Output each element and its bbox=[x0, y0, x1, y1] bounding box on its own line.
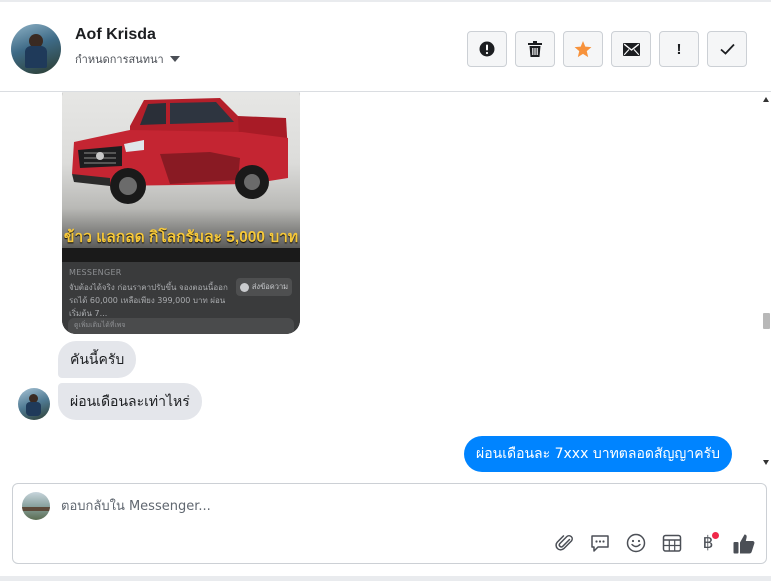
assign-label: กำหนดการสนทนา bbox=[75, 53, 164, 66]
send-like-button[interactable] bbox=[732, 531, 756, 555]
messenger-inbox: Aof Krisda กำหนดการสนทนา ! ข้าว แลกลด กิ… bbox=[0, 0, 771, 581]
promo-info-bar bbox=[62, 248, 300, 262]
chevron-down-icon bbox=[169, 56, 180, 62]
mark-unread-button[interactable] bbox=[611, 31, 651, 67]
saved-replies-button[interactable] bbox=[588, 531, 612, 555]
reply-input[interactable] bbox=[61, 496, 701, 516]
attach-file-button[interactable] bbox=[553, 531, 577, 555]
scroll-thumb[interactable] bbox=[763, 313, 770, 329]
post-footer: ดูเพิ่มเติมได้ที่เพจ bbox=[68, 318, 294, 334]
outgoing-message[interactable]: ผ่อนเดือนละ 7xxx บาทตลอดสัญญาครับ bbox=[464, 436, 732, 472]
trash-icon bbox=[528, 41, 542, 57]
star-icon bbox=[574, 40, 592, 57]
notification-dot bbox=[712, 532, 719, 539]
assign-conversation-dropdown[interactable]: กำหนดการสนทนา bbox=[75, 50, 180, 68]
window-bottom-edge bbox=[0, 576, 771, 581]
promo-headline: ข้าว แลกลด กิโลกรัมละ 5,000 บาท bbox=[63, 229, 299, 246]
appointment-button[interactable] bbox=[660, 531, 684, 555]
post-source-label: MESSENGER bbox=[69, 268, 122, 277]
mark-spam-button[interactable] bbox=[467, 31, 507, 67]
scroll-up-arrow-icon[interactable] bbox=[763, 97, 769, 102]
conversation-header: Aof Krisda กำหนดการสนทนา ! bbox=[0, 0, 771, 92]
thread-scrollbar[interactable] bbox=[761, 92, 771, 473]
contact-name[interactable]: Aof Krisda bbox=[75, 26, 156, 44]
sender-avatar bbox=[18, 388, 50, 420]
message-thread[interactable]: ข้าว แลกลด กิโลกรัมละ 5,000 บาท MESSENGE… bbox=[0, 92, 771, 473]
scroll-down-arrow-icon[interactable] bbox=[763, 460, 769, 465]
incoming-message[interactable]: ผ่อนเดือนละเท่าไหร่ bbox=[58, 383, 202, 420]
incoming-message[interactable]: คันนี้ครับ bbox=[58, 341, 137, 378]
send-message-label: ส่งข้อความ bbox=[251, 282, 289, 291]
star-button[interactable] bbox=[563, 31, 603, 67]
send-message-button[interactable]: ส่งข้อความ bbox=[236, 278, 292, 296]
saved-reply-icon bbox=[591, 534, 609, 552]
alert-circle-icon bbox=[479, 41, 495, 57]
follow-up-button[interactable]: ! bbox=[659, 31, 699, 67]
paperclip-icon bbox=[555, 534, 573, 551]
check-icon bbox=[719, 43, 735, 55]
page-avatar bbox=[22, 492, 50, 520]
pickup-truck-image bbox=[72, 98, 288, 204]
delete-button[interactable] bbox=[515, 31, 555, 67]
shared-post-image: ข้าว แลกลด กิโลกรัมละ 5,000 บาท bbox=[62, 92, 300, 262]
envelope-icon bbox=[622, 42, 640, 56]
reply-composer: ฿ bbox=[12, 483, 767, 564]
messenger-icon bbox=[239, 282, 249, 292]
thumbs-up-icon bbox=[733, 534, 755, 553]
emoji-icon bbox=[626, 533, 646, 553]
contact-avatar[interactable] bbox=[11, 24, 61, 74]
emoji-button[interactable] bbox=[624, 531, 648, 555]
mark-done-button[interactable] bbox=[707, 31, 747, 67]
shared-post-details: MESSENGER จับต้องได้จริง ก่อนราคาปรับขึ้… bbox=[62, 262, 300, 334]
appointment-icon bbox=[662, 534, 682, 552]
exclamation-icon: ! bbox=[676, 40, 682, 58]
shared-post-card[interactable]: ข้าว แลกลด กิโลกรัมละ 5,000 บาท MESSENGE… bbox=[62, 92, 300, 334]
payment-button[interactable]: ฿ bbox=[696, 531, 720, 555]
post-description: จับต้องได้จริง ก่อนราคาปรับขึ้น จองตอนนี… bbox=[69, 283, 228, 318]
